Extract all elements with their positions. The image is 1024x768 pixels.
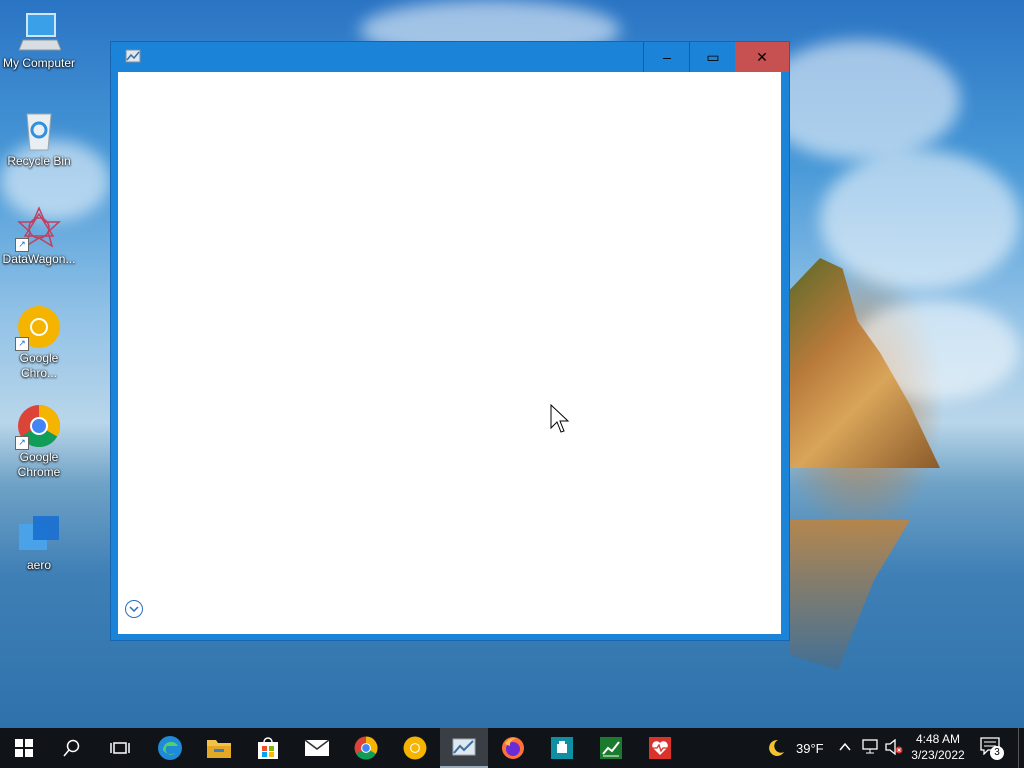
maximize-button[interactable]: ▭ bbox=[689, 42, 736, 72]
window-titlebar[interactable]: ‒ ▭ ✕ bbox=[111, 42, 789, 72]
taskbar-health-app[interactable] bbox=[636, 728, 684, 768]
chrome-canary-icon bbox=[403, 736, 427, 760]
desktop-icon-label: Recycle Bin bbox=[7, 154, 71, 168]
desktop-icon-label: DataWagon... bbox=[2, 252, 76, 266]
teal-app-icon bbox=[551, 737, 573, 759]
minimize-icon: ‒ bbox=[663, 49, 671, 65]
mail-icon bbox=[304, 739, 330, 756]
desktop-icon-chrome[interactable]: ↗ Google Chrome bbox=[0, 404, 78, 480]
desktop-icon-chrome-canary[interactable]: ↗ Google Chro... bbox=[0, 305, 78, 381]
taskbar-firefox[interactable] bbox=[489, 728, 537, 768]
desktop-icon-recycle-bin[interactable]: Recycle Bin bbox=[0, 108, 78, 169]
taskbar-file-explorer[interactable] bbox=[195, 728, 243, 768]
taskbar-chrome[interactable] bbox=[342, 728, 390, 768]
chrome-icon: ↗ bbox=[15, 404, 61, 450]
shortcut-arrow-icon: ↗ bbox=[15, 337, 29, 351]
taskbar-stock-chart[interactable] bbox=[587, 728, 635, 768]
desktop-icon-label-line2: Chro... bbox=[20, 366, 57, 380]
mouse-cursor-icon bbox=[550, 404, 570, 433]
stock-chart-icon bbox=[600, 737, 622, 759]
chevron-down-icon bbox=[129, 606, 139, 613]
weather-temperature[interactable]: 39°F bbox=[796, 741, 824, 756]
rock-reflection bbox=[790, 520, 910, 670]
aero-icon bbox=[17, 512, 61, 556]
tray-overflow-chevron-up-icon[interactable] bbox=[838, 740, 852, 759]
action-center-button[interactable]: 3 bbox=[980, 737, 1006, 761]
desktop-icon-label: aero bbox=[26, 558, 52, 572]
windows-start-icon bbox=[15, 739, 33, 757]
search-icon bbox=[63, 739, 80, 757]
desktop-icon-aero[interactable]: aero bbox=[0, 512, 78, 573]
desktop-icon-datawagon[interactable]: ↗ DataWagon... bbox=[0, 206, 78, 267]
taskbar-photo-app[interactable] bbox=[440, 728, 488, 768]
taskbar-teal-app[interactable] bbox=[538, 728, 586, 768]
close-icon: ✕ bbox=[756, 48, 768, 65]
taskbar-clock[interactable]: 4:48 AM 3/23/2022 bbox=[906, 732, 970, 762]
shortcut-arrow-icon: ↗ bbox=[15, 436, 29, 450]
expand-chevron-button[interactable] bbox=[125, 600, 143, 618]
network-icon[interactable] bbox=[862, 739, 880, 760]
task-view-icon bbox=[110, 742, 130, 754]
desktop-icon-label: Google bbox=[19, 450, 59, 464]
shortcut-arrow-icon: ↗ bbox=[15, 238, 29, 252]
maximize-icon: ▭ bbox=[706, 48, 720, 65]
app-window: ‒ ▭ ✕ bbox=[110, 41, 790, 641]
recycle-bin-icon bbox=[17, 108, 61, 152]
file-explorer-icon bbox=[207, 740, 231, 758]
datawagon-icon: ↗ bbox=[15, 206, 61, 252]
computer-icon bbox=[17, 10, 62, 54]
weather-moon-icon[interactable] bbox=[764, 738, 786, 763]
desktop-icon-label: Google bbox=[19, 351, 59, 365]
desktop-icon-label-line2: Chrome bbox=[17, 465, 61, 479]
close-button[interactable]: ✕ bbox=[735, 42, 789, 72]
taskbar-search-button[interactable] bbox=[48, 728, 96, 768]
minimize-button[interactable]: ‒ bbox=[643, 42, 690, 72]
health-app-icon bbox=[649, 737, 671, 759]
taskbar-store[interactable] bbox=[244, 728, 292, 768]
desktop-icon-label: My Computer bbox=[2, 56, 76, 70]
window-content-area bbox=[118, 72, 781, 634]
taskbar: 39°F 4:48 AM 3/23/2022 3 bbox=[0, 728, 1024, 768]
chrome-icon bbox=[354, 736, 378, 760]
photo-app-icon bbox=[452, 738, 476, 756]
edge-icon bbox=[158, 736, 182, 760]
clock-date: 3/23/2022 bbox=[911, 748, 965, 762]
desktop-icon-my-computer[interactable]: My Computer bbox=[0, 10, 78, 71]
taskbar-chrome-canary[interactable] bbox=[391, 728, 439, 768]
task-view-button[interactable] bbox=[96, 728, 144, 768]
taskbar-mail[interactable] bbox=[293, 728, 341, 768]
volume-muted-icon[interactable] bbox=[885, 738, 903, 760]
start-button[interactable] bbox=[0, 728, 48, 768]
taskbar-edge[interactable] bbox=[146, 728, 194, 768]
window-app-icon bbox=[125, 49, 141, 63]
show-desktop-button[interactable] bbox=[1018, 728, 1019, 768]
store-icon bbox=[258, 737, 278, 759]
notification-count-badge: 3 bbox=[990, 746, 1004, 760]
chrome-canary-icon: ↗ bbox=[15, 305, 61, 351]
clock-time: 4:48 AM bbox=[915, 732, 961, 746]
firefox-icon bbox=[502, 737, 524, 759]
